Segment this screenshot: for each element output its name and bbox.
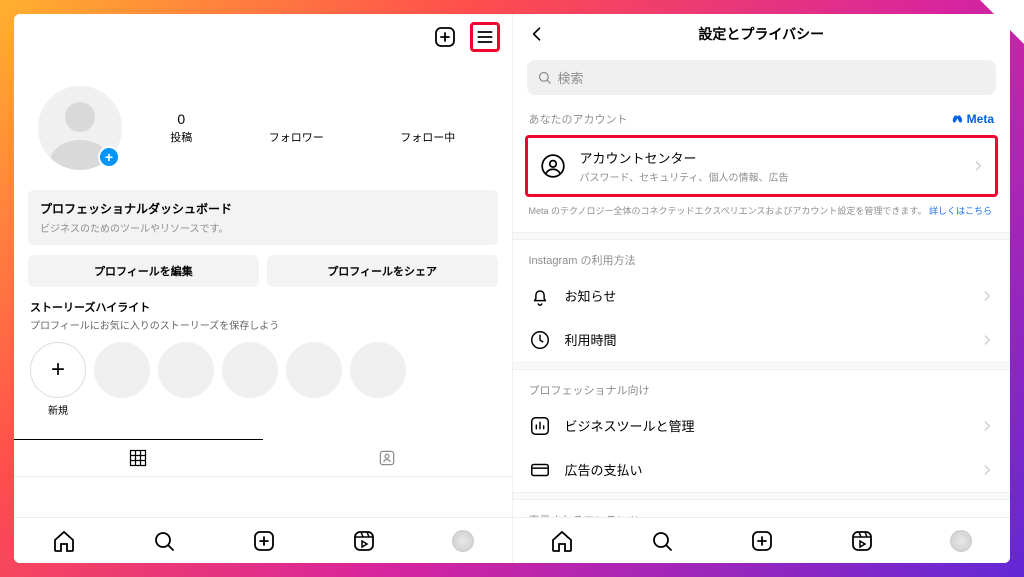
tab-grid[interactable]: [14, 439, 263, 476]
account-icon: [538, 151, 568, 181]
highlight-placeholder: [158, 342, 214, 398]
nav-home[interactable]: [550, 529, 574, 553]
chevron-right-icon: [980, 419, 994, 433]
chevron-left-icon: [527, 24, 547, 44]
plus-square-icon: [433, 25, 457, 49]
search-icon: [650, 529, 674, 553]
create-button[interactable]: [430, 22, 460, 52]
plus-square-icon: [750, 529, 774, 553]
search-icon: [152, 529, 176, 553]
add-story-icon: +: [98, 146, 120, 168]
nav-create[interactable]: [252, 529, 276, 553]
search-icon: [537, 70, 552, 85]
row-notifications[interactable]: お知らせ: [513, 274, 1011, 318]
meta-learn-more-link[interactable]: 詳しくはこちら: [929, 206, 992, 216]
highlight-placeholder: [222, 342, 278, 398]
hamburger-icon: [475, 26, 495, 48]
profile-screen: + 0 投稿 フォロワー フォロー中 プロフェッショナルダッシュボード ビジ: [14, 14, 512, 563]
chevron-right-icon: [980, 333, 994, 347]
highlights-title: ストーリーズハイライト: [30, 299, 496, 315]
grid-icon: [128, 448, 148, 468]
meta-icon: [951, 112, 965, 126]
card-icon: [529, 459, 551, 481]
edit-profile-button[interactable]: プロフィールを編集: [28, 255, 259, 287]
home-icon: [52, 529, 76, 553]
chevron-right-icon: [980, 289, 994, 303]
section-account: あなたのアカウント: [529, 111, 628, 127]
nav-profile[interactable]: [452, 530, 474, 552]
section-usage: Instagram の利用方法: [529, 252, 995, 268]
account-center-row[interactable]: アカウントセンター パスワード、セキュリティ、個人の情報、広告: [525, 135, 999, 197]
bottom-nav: [513, 517, 1011, 563]
meta-logo: Meta: [951, 112, 994, 126]
menu-button[interactable]: [470, 22, 500, 52]
tab-tagged[interactable]: [263, 439, 512, 476]
reels-icon: [352, 529, 376, 553]
profile-avatar-icon: [950, 530, 972, 552]
nav-reels[interactable]: [352, 529, 376, 553]
profile-avatar-icon: [452, 530, 474, 552]
person-tag-icon: [377, 448, 397, 468]
reels-icon: [850, 529, 874, 553]
stat-following[interactable]: フォロー中: [400, 111, 455, 145]
page-title: 設定とプライバシー: [698, 24, 824, 44]
nav-search[interactable]: [152, 529, 176, 553]
nav-home[interactable]: [52, 529, 76, 553]
row-time-spent[interactable]: 利用時間: [513, 318, 1011, 362]
nav-reels[interactable]: [850, 529, 874, 553]
chart-icon: [529, 415, 551, 437]
clock-icon: [529, 329, 551, 351]
back-button[interactable]: [527, 24, 547, 44]
highlight-new[interactable]: + 新規: [30, 342, 86, 417]
nav-profile[interactable]: [950, 530, 972, 552]
highlight-placeholder: [94, 342, 150, 398]
highlight-placeholder: [350, 342, 406, 398]
chevron-right-icon: [971, 159, 985, 173]
nav-create[interactable]: [750, 529, 774, 553]
stat-followers[interactable]: フォロワー: [269, 111, 324, 145]
stat-posts[interactable]: 0 投稿: [170, 111, 192, 145]
bottom-nav: [14, 517, 512, 563]
section-professional: プロフェッショナル向け: [529, 382, 995, 398]
professional-dashboard[interactable]: プロフェッショナルダッシュボード ビジネスのためのツールやリソースです。: [28, 190, 498, 245]
highlights-sub: プロフィールにお気に入りのストーリーズを保存しよう: [30, 317, 496, 332]
search-input[interactable]: 検索: [527, 60, 997, 95]
bell-icon: [529, 285, 551, 307]
chevron-right-icon: [980, 463, 994, 477]
avatar[interactable]: +: [38, 86, 122, 170]
nav-search[interactable]: [650, 529, 674, 553]
home-icon: [550, 529, 574, 553]
row-ad-payments[interactable]: 広告の支払い: [513, 448, 1011, 492]
highlight-placeholder: [286, 342, 342, 398]
row-business-tools[interactable]: ビジネスツールと管理: [513, 404, 1011, 448]
settings-screen: 設定とプライバシー 検索 あなたのアカウント Meta アカウントセンター パス…: [512, 14, 1011, 563]
plus-square-icon: [252, 529, 276, 553]
plus-icon: +: [30, 342, 86, 398]
share-profile-button[interactable]: プロフィールをシェア: [267, 255, 498, 287]
meta-note: Meta のテクノロジー全体のコネクテッドエクスペリエンスおよびアカウント設定を…: [529, 205, 995, 218]
